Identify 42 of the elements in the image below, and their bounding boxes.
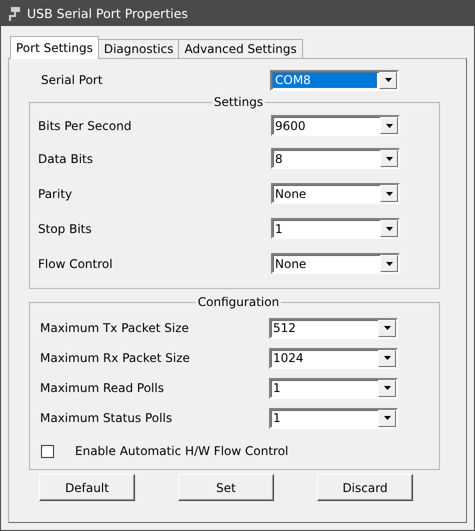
dialog-button[interactable]: Set: [178, 474, 274, 501]
dialog-button[interactable]: Discard: [317, 474, 413, 501]
field-label: Parity: [38, 186, 72, 200]
serial-port-icon: [7, 6, 21, 22]
dropdown[interactable]: 1: [269, 408, 398, 428]
dropdown[interactable]: 1: [271, 218, 400, 239]
caret-icon: [386, 192, 392, 196]
tab[interactable]: Port Settings: [10, 36, 99, 59]
dropdown[interactable]: COM8: [270, 70, 399, 90]
field-label: Stop Bits: [38, 222, 92, 236]
caret-icon: [386, 226, 392, 230]
field-label: Data Bits: [38, 152, 93, 166]
field-label: Bits Per Second: [38, 118, 132, 132]
caret-icon: [384, 416, 390, 420]
caret-icon: [386, 124, 392, 128]
field-label: Maximum Status Polls: [39, 411, 172, 425]
tab[interactable]: Advanced Settings: [178, 39, 303, 58]
dropdown[interactable]: None: [271, 183, 400, 204]
dropdown[interactable]: None: [271, 253, 400, 274]
checkbox-label: Enable Automatic H/W Flow Control: [75, 444, 288, 458]
dropdown[interactable]: 8: [271, 148, 400, 169]
caret-icon: [384, 386, 390, 390]
caret-icon: [386, 262, 392, 266]
dropdown[interactable]: 512: [269, 318, 398, 338]
caret-icon: [384, 78, 392, 82]
field-label: Maximum Rx Packet Size: [39, 351, 190, 365]
field-label: Maximum Tx Packet Size: [39, 321, 189, 335]
group-title: Settings: [212, 95, 264, 109]
tab[interactable]: Diagnostics: [98, 39, 180, 58]
dropdown[interactable]: 1: [269, 378, 398, 398]
dropdown[interactable]: 1024: [269, 348, 398, 368]
field-label: Maximum Read Polls: [39, 381, 164, 395]
checkbox[interactable]: [41, 444, 54, 458]
caret-icon: [384, 326, 390, 330]
field-label: Flow Control: [38, 256, 113, 270]
window-title: USB Serial Port Properties: [27, 6, 188, 21]
caret-icon: [384, 356, 390, 360]
caret-icon: [386, 156, 392, 160]
dialog-button[interactable]: Default: [39, 474, 135, 501]
field-label: Serial Port: [40, 73, 103, 87]
dropdown[interactable]: 9600: [271, 115, 400, 136]
group-title: Configuration: [196, 295, 280, 309]
